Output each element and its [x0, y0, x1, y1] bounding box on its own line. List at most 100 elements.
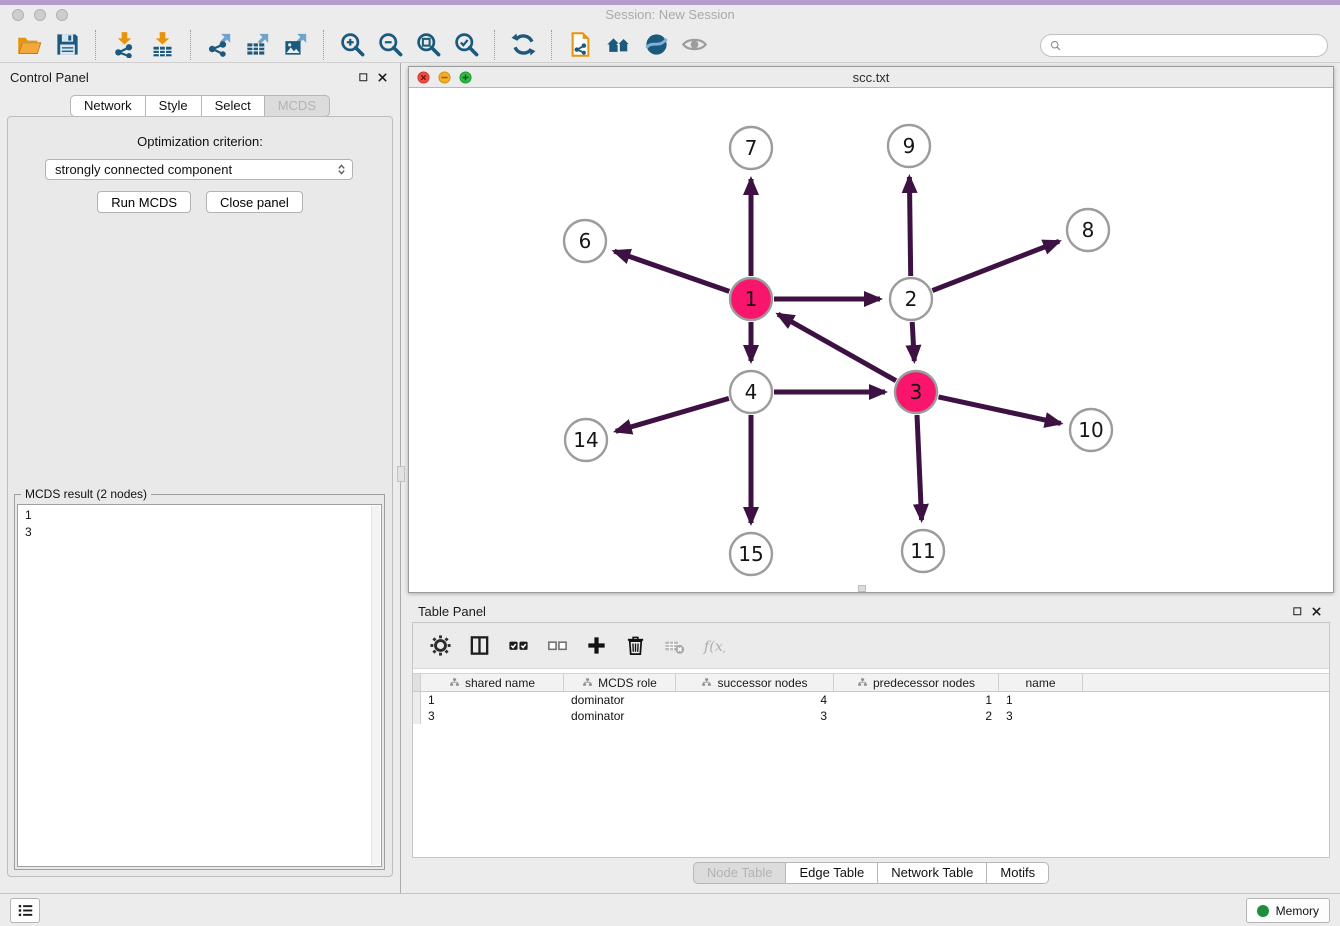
edge-1-6[interactable] [614, 251, 729, 291]
node-10[interactable]: 10 [1070, 409, 1112, 451]
edge-4-14[interactable] [616, 398, 729, 431]
control-panel-title: Control Panel [10, 70, 89, 85]
control-panel: Control Panel NetworkStyleSelectMCDS Opt… [0, 63, 401, 893]
main-toolbar [0, 27, 1340, 63]
search-box[interactable] [1040, 34, 1328, 57]
import-table-icon[interactable] [143, 29, 181, 61]
network-canvas-container[interactable]: 7 9 6 8 1 2 4 3 14 10 15 11 [409, 89, 1333, 592]
mcds-result-scrollpane[interactable]: 13 [17, 504, 382, 867]
zoom-in-icon[interactable] [333, 29, 371, 61]
node-3[interactable]: 3 [895, 371, 937, 413]
table-cell[interactable]: dominator [564, 708, 676, 724]
table-cell[interactable]: 4 [676, 692, 834, 708]
export-network-icon[interactable] [200, 29, 238, 61]
check-pair-icon[interactable] [503, 631, 533, 661]
network-window-title: scc.txt [409, 70, 1333, 85]
svg-text:11: 11 [910, 539, 935, 563]
tab-edge-table[interactable]: Edge Table [786, 862, 878, 884]
toolbar-separator [190, 30, 191, 60]
float-table-panel-icon[interactable] [1292, 606, 1303, 617]
node-1[interactable]: 1 [730, 278, 772, 320]
edge-2-8[interactable] [932, 241, 1059, 290]
mcds-result-lines: 13 [18, 505, 381, 543]
close-panel-button[interactable]: Close panel [206, 191, 303, 213]
eye-icon[interactable] [675, 29, 713, 61]
table-cell[interactable]: 1 [834, 692, 999, 708]
memory-label: Memory [1276, 904, 1319, 918]
float-panel-icon[interactable] [358, 72, 369, 83]
node-11[interactable]: 11 [902, 530, 944, 572]
plus-icon[interactable] [581, 631, 611, 661]
fx-icon: f(x) [698, 631, 728, 661]
edge-3-11[interactable] [917, 415, 922, 520]
task-history-button[interactable] [10, 898, 40, 923]
table-cell[interactable]: 3 [676, 708, 834, 724]
toolbar-separator [95, 30, 96, 60]
criterion-dropdown[interactable]: strongly connected component [45, 159, 353, 180]
table-cell[interactable]: 3 [421, 708, 564, 724]
tab-network-table[interactable]: Network Table [878, 862, 987, 884]
table-row[interactable]: 3dominator323 [413, 708, 1329, 724]
close-panel-icon[interactable] [377, 72, 388, 83]
panel-splitter-handle[interactable] [397, 466, 405, 482]
node-4[interactable]: 4 [730, 371, 772, 413]
refresh-icon[interactable] [504, 29, 542, 61]
tab-style[interactable]: Style [146, 95, 202, 117]
tab-select[interactable]: Select [202, 95, 265, 117]
network-doc-icon[interactable] [561, 29, 599, 61]
edge-2-9[interactable] [909, 177, 910, 276]
toolbar-separator [551, 30, 552, 60]
table-row[interactable]: 1dominator411 [413, 692, 1329, 708]
node-2[interactable]: 2 [890, 278, 932, 320]
svg-text:9: 9 [903, 134, 916, 158]
list-icon [16, 901, 35, 920]
close-table-panel-icon[interactable] [1311, 606, 1322, 617]
node-9[interactable]: 9 [888, 125, 930, 167]
zoom-fit-icon[interactable] [409, 29, 447, 61]
mcds-result-scrollbar[interactable] [371, 506, 380, 865]
svg-text:6: 6 [579, 229, 592, 253]
node-8[interactable]: 8 [1067, 209, 1109, 251]
columns-icon[interactable] [464, 631, 494, 661]
export-image-icon[interactable] [276, 29, 314, 61]
tab-network[interactable]: Network [70, 95, 146, 117]
memory-button[interactable]: Memory [1246, 898, 1330, 923]
column-header-name[interactable]: name [999, 674, 1083, 691]
export-table-icon[interactable] [238, 29, 276, 61]
node-15[interactable]: 15 [730, 533, 772, 575]
tab-mcds[interactable]: MCDS [265, 95, 330, 117]
trash-icon[interactable] [620, 631, 650, 661]
edge-3-10[interactable] [939, 397, 1061, 424]
network-graph[interactable]: 7 9 6 8 1 2 4 3 14 10 15 11 [409, 89, 1333, 592]
network-resize-grip[interactable] [858, 585, 866, 592]
column-header-successor-nodes[interactable]: successor nodes [676, 674, 834, 691]
search-input[interactable] [1067, 38, 1319, 53]
zoom-out-icon[interactable] [371, 29, 409, 61]
edge-3-1[interactable] [778, 314, 896, 381]
table-cell[interactable]: dominator [564, 692, 676, 708]
uncheck-pair-icon[interactable] [542, 631, 572, 661]
gear-icon[interactable] [425, 631, 455, 661]
table-cell[interactable]: 3 [999, 708, 1083, 724]
search-icon [1049, 39, 1062, 52]
edge-2-3[interactable] [912, 322, 914, 361]
node-6[interactable]: 6 [564, 220, 606, 262]
column-header-MCDS-role[interactable]: MCDS role [564, 674, 676, 691]
table-cell[interactable]: 2 [834, 708, 999, 724]
tab-node-table[interactable]: Node Table [693, 862, 787, 884]
home-icon[interactable] [599, 29, 637, 61]
node-14[interactable]: 14 [565, 419, 607, 461]
column-header-predecessor-nodes[interactable]: predecessor nodes [834, 674, 999, 691]
save-icon[interactable] [48, 29, 86, 61]
criterion-dropdown-value: strongly connected component [55, 162, 232, 177]
column-header-shared-name[interactable]: shared name [421, 674, 564, 691]
node-7[interactable]: 7 [730, 127, 772, 169]
tab-motifs[interactable]: Motifs [987, 862, 1049, 884]
run-mcds-button[interactable]: Run MCDS [97, 191, 191, 213]
zoom-selected-icon[interactable] [447, 29, 485, 61]
table-cell[interactable]: 1 [421, 692, 564, 708]
open-folder-icon[interactable] [10, 29, 48, 61]
table-cell[interactable]: 1 [999, 692, 1083, 708]
style-icon[interactable] [637, 29, 675, 61]
import-network-icon[interactable] [105, 29, 143, 61]
